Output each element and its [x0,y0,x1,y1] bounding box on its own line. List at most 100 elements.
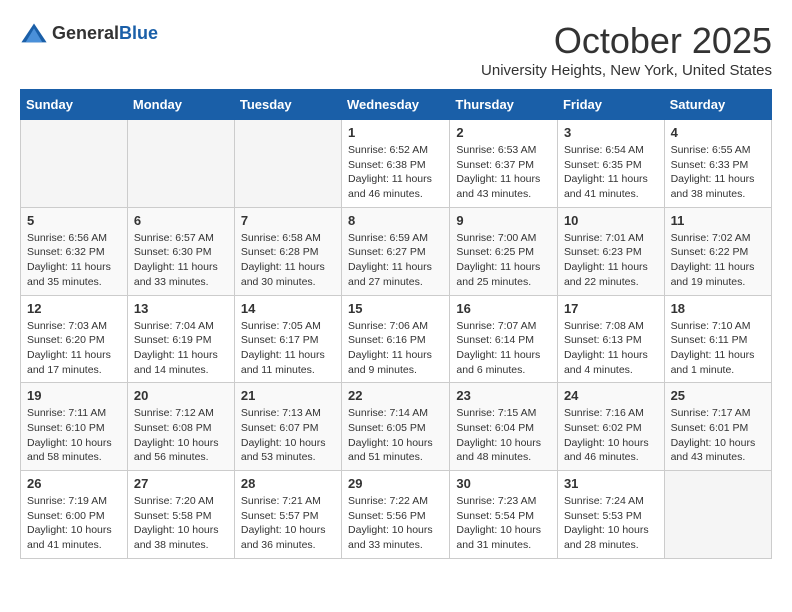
calendar-cell [21,120,128,208]
calendar-cell: 22 Sunrise: 7:14 AM Sunset: 6:05 PM Dayli… [342,383,450,471]
day-number: 16 [456,301,551,316]
day-info: Sunrise: 7:02 AM Sunset: 6:22 PM Dayligh… [671,231,765,290]
calendar-cell: 8 Sunrise: 6:59 AM Sunset: 6:27 PM Daylig… [342,207,450,295]
day-info: Sunrise: 7:03 AM Sunset: 6:20 PM Dayligh… [27,319,121,378]
calendar-cell: 21 Sunrise: 7:13 AM Sunset: 6:07 PM Dayli… [234,383,341,471]
day-info: Sunrise: 6:59 AM Sunset: 6:27 PM Dayligh… [348,231,443,290]
day-info: Sunrise: 7:22 AM Sunset: 5:56 PM Dayligh… [348,494,443,553]
day-info: Sunrise: 6:55 AM Sunset: 6:33 PM Dayligh… [671,143,765,202]
day-number: 14 [241,301,335,316]
header-row: SundayMondayTuesdayWednesdayThursdayFrid… [21,90,772,120]
day-number: 3 [564,125,658,140]
day-number: 30 [456,476,551,491]
logo-text: GeneralBlue [52,24,158,44]
day-info: Sunrise: 6:57 AM Sunset: 6:30 PM Dayligh… [134,231,228,290]
title-area: October 2025 University Heights, New Yor… [481,20,772,79]
day-number: 25 [671,388,765,403]
day-info: Sunrise: 7:16 AM Sunset: 6:02 PM Dayligh… [564,406,658,465]
calendar-cell [664,471,771,559]
col-header-monday: Monday [127,90,234,120]
calendar-cell: 10Sunrise: 7:01 AM Sunset: 6:23 PM Dayli… [557,207,664,295]
day-number: 8 [348,213,443,228]
calendar-cell: 20 Sunrise: 7:12 AM Sunset: 6:08 PM Dayli… [127,383,234,471]
day-info: Sunrise: 7:21 AM Sunset: 5:57 PM Dayligh… [241,494,335,553]
day-number: 2 [456,125,551,140]
day-number: 20 [134,388,228,403]
day-info: Sunrise: 7:10 AM Sunset: 6:11 PM Dayligh… [671,319,765,378]
col-header-sunday: Sunday [21,90,128,120]
calendar-cell: 5Sunrise: 6:56 AM Sunset: 6:32 PM Daylig… [21,207,128,295]
month-title: October 2025 [481,20,772,62]
logo-icon [20,20,48,48]
calendar-cell: 12Sunrise: 7:03 AM Sunset: 6:20 PM Dayli… [21,295,128,383]
day-number: 9 [456,213,551,228]
calendar-cell: 26 Sunrise: 7:19 AM Sunset: 6:00 PM Dayli… [21,471,128,559]
day-info: Sunrise: 6:58 AM Sunset: 6:28 PM Dayligh… [241,231,335,290]
week-row: 5Sunrise: 6:56 AM Sunset: 6:32 PM Daylig… [21,207,772,295]
day-number: 24 [564,388,658,403]
day-info: Sunrise: 7:06 AM Sunset: 6:16 PM Dayligh… [348,319,443,378]
week-row: 12Sunrise: 7:03 AM Sunset: 6:20 PM Dayli… [21,295,772,383]
calendar-cell: 3 Sunrise: 6:54 AM Sunset: 6:35 PM Daylig… [557,120,664,208]
calendar-cell: 6 Sunrise: 6:57 AM Sunset: 6:30 PM Daylig… [127,207,234,295]
calendar-cell: 27 Sunrise: 7:20 AM Sunset: 5:58 PM Dayli… [127,471,234,559]
calendar-cell: 4 Sunrise: 6:55 AM Sunset: 6:33 PM Daylig… [664,120,771,208]
day-number: 26 [27,476,121,491]
calendar-cell: 31 Sunrise: 7:24 AM Sunset: 5:53 PM Dayli… [557,471,664,559]
day-number: 1 [348,125,443,140]
day-info: Sunrise: 7:01 AM Sunset: 6:23 PM Dayligh… [564,231,658,290]
day-info: Sunrise: 7:05 AM Sunset: 6:17 PM Dayligh… [241,319,335,378]
day-number: 17 [564,301,658,316]
day-info: Sunrise: 7:00 AM Sunset: 6:25 PM Dayligh… [456,231,551,290]
calendar-cell: 25 Sunrise: 7:17 AM Sunset: 6:01 PM Dayli… [664,383,771,471]
day-number: 5 [27,213,121,228]
day-info: Sunrise: 7:12 AM Sunset: 6:08 PM Dayligh… [134,406,228,465]
calendar-cell: 18Sunrise: 7:10 AM Sunset: 6:11 PM Dayli… [664,295,771,383]
day-info: Sunrise: 7:17 AM Sunset: 6:01 PM Dayligh… [671,406,765,465]
day-info: Sunrise: 7:24 AM Sunset: 5:53 PM Dayligh… [564,494,658,553]
logo: GeneralBlue [20,20,158,48]
day-number: 7 [241,213,335,228]
day-number: 22 [348,388,443,403]
calendar: SundayMondayTuesdayWednesdayThursdayFrid… [20,89,772,559]
day-info: Sunrise: 7:04 AM Sunset: 6:19 PM Dayligh… [134,319,228,378]
day-number: 29 [348,476,443,491]
calendar-cell: 29 Sunrise: 7:22 AM Sunset: 5:56 PM Dayli… [342,471,450,559]
day-info: Sunrise: 7:23 AM Sunset: 5:54 PM Dayligh… [456,494,551,553]
day-info: Sunrise: 6:53 AM Sunset: 6:37 PM Dayligh… [456,143,551,202]
day-number: 15 [348,301,443,316]
day-number: 21 [241,388,335,403]
day-info: Sunrise: 6:52 AM Sunset: 6:38 PM Dayligh… [348,143,443,202]
day-number: 11 [671,213,765,228]
day-number: 31 [564,476,658,491]
week-row: 19 Sunrise: 7:11 AM Sunset: 6:10 PM Dayli… [21,383,772,471]
calendar-cell: 13 Sunrise: 7:04 AM Sunset: 6:19 PM Dayli… [127,295,234,383]
calendar-cell: 1 Sunrise: 6:52 AM Sunset: 6:38 PM Daylig… [342,120,450,208]
day-number: 27 [134,476,228,491]
day-info: Sunrise: 7:15 AM Sunset: 6:04 PM Dayligh… [456,406,551,465]
calendar-cell: 2 Sunrise: 6:53 AM Sunset: 6:37 PM Daylig… [450,120,558,208]
calendar-cell: 11 Sunrise: 7:02 AM Sunset: 6:22 PM Dayli… [664,207,771,295]
col-header-thursday: Thursday [450,90,558,120]
day-info: Sunrise: 7:11 AM Sunset: 6:10 PM Dayligh… [27,406,121,465]
logo-general: General [52,23,119,43]
day-info: Sunrise: 6:54 AM Sunset: 6:35 PM Dayligh… [564,143,658,202]
day-number: 6 [134,213,228,228]
day-number: 19 [27,388,121,403]
calendar-cell: 24 Sunrise: 7:16 AM Sunset: 6:02 PM Dayli… [557,383,664,471]
day-info: Sunrise: 7:20 AM Sunset: 5:58 PM Dayligh… [134,494,228,553]
week-row: 1 Sunrise: 6:52 AM Sunset: 6:38 PM Daylig… [21,120,772,208]
logo-blue: Blue [119,23,158,43]
col-header-tuesday: Tuesday [234,90,341,120]
calendar-cell: 23Sunrise: 7:15 AM Sunset: 6:04 PM Dayli… [450,383,558,471]
day-number: 4 [671,125,765,140]
day-info: Sunrise: 7:13 AM Sunset: 6:07 PM Dayligh… [241,406,335,465]
calendar-cell [234,120,341,208]
day-number: 13 [134,301,228,316]
col-header-wednesday: Wednesday [342,90,450,120]
day-number: 28 [241,476,335,491]
calendar-cell: 19 Sunrise: 7:11 AM Sunset: 6:10 PM Dayli… [21,383,128,471]
day-info: Sunrise: 7:14 AM Sunset: 6:05 PM Dayligh… [348,406,443,465]
day-info: Sunrise: 7:19 AM Sunset: 6:00 PM Dayligh… [27,494,121,553]
week-row: 26 Sunrise: 7:19 AM Sunset: 6:00 PM Dayli… [21,471,772,559]
